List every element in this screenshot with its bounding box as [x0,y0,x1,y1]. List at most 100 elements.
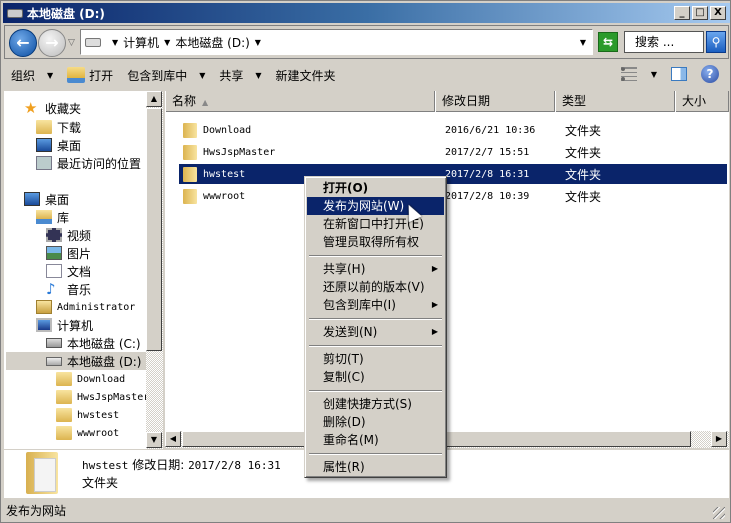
title-bar[interactable]: 本地磁盘 (D:) _ □ X [3,3,730,23]
search-input[interactable]: 搜索 ... [624,31,704,53]
menu-item-share[interactable]: 共享(H) ▶ [307,260,444,278]
organize-button[interactable]: 组织 ▼ [4,63,60,87]
desktop-icon [36,138,52,152]
close-button[interactable]: X [710,6,726,20]
file-row[interactable]: wwwroot 2017/2/8 10:39 文件夹 [179,186,727,206]
recent-pages-dropdown[interactable]: ▽ [68,38,75,48]
address-bar[interactable]: ▼ 计算机 ▼ 本地磁盘 (D:) ▼ ▼ [80,29,593,55]
file-row[interactable]: HwsJspMaster 2017/2/7 15:51 文件夹 [179,142,727,162]
menu-item-copy[interactable]: 复制(C) [307,368,444,386]
minimize-button[interactable]: _ [674,6,690,20]
nav-folder-download[interactable]: Download [56,370,125,388]
nav-music[interactable]: ♪ 音乐 [46,280,91,298]
chevron-down-icon[interactable]: ▼ [112,38,118,47]
nav-drive-d[interactable]: 本地磁盘 (D:) [6,352,146,370]
column-date[interactable]: 修改日期 [435,91,555,112]
view-options-dropdown[interactable]: ▼ [651,70,657,79]
view-details-icon[interactable] [620,67,637,81]
column-size[interactable]: 大小 [675,91,729,112]
menu-item-properties[interactable]: 属性(R) [307,458,444,476]
scroll-thumb[interactable] [146,108,162,351]
scroll-left-button[interactable]: ◀ [165,431,181,447]
nav-libraries[interactable]: 库 [36,208,69,226]
file-row-selected[interactable]: hwstest 2017/2/8 16:31 文件夹 [179,164,727,184]
nav-folder-hwstest[interactable]: hwstest [56,406,119,424]
folder-icon [56,426,72,440]
menu-item-delete[interactable]: 删除(D) [307,413,444,431]
nav-label: 桌面 [45,192,70,207]
share-button[interactable]: 共享 ▼ [212,63,268,87]
submenu-arrow-icon: ▶ [431,300,438,309]
resize-grip[interactable] [713,507,725,519]
nav-administrator[interactable]: Administrator [36,298,135,316]
drive-icon [85,37,101,47]
drive-icon [7,8,23,18]
window-title: 本地磁盘 (D:) [27,6,105,21]
file-date: 2016/6/21 10:36 [445,124,536,136]
file-type: 文件夹 [565,189,602,204]
scroll-up-button[interactable]: ▲ [146,91,162,107]
column-name[interactable]: 名称 ▲ [165,91,435,112]
nav-recent-places[interactable]: 最近访问的位置 [36,154,141,172]
nav-folder-hwsjspmaster[interactable]: HwsJspMaster [56,388,146,406]
recent-places-icon [36,156,52,170]
forward-button[interactable]: → [38,29,66,57]
nav-computer[interactable]: 计算机 [36,316,93,334]
file-type: 文件夹 [565,167,602,182]
menu-item-include-library[interactable]: 包含到库中(I) ▶ [307,296,444,314]
include-library-button[interactable]: 包含到库中 ▼ [120,63,212,87]
menu-item-open[interactable]: 打开(O) [307,179,444,197]
nav-desktop[interactable]: 桌面 [24,190,69,208]
picture-icon [46,246,62,260]
address-dropdown-icon[interactable]: ▼ [580,38,586,47]
breadcrumb-drive-d[interactable]: 本地磁盘 (D:) [175,34,249,51]
search-icon[interactable]: ⚲ [706,31,726,53]
help-icon[interactable]: ? [701,65,719,83]
menu-separator [307,341,444,350]
column-type[interactable]: 类型 [555,91,675,112]
command-bar: 组织 ▼ 打开 包含到库中 ▼ 共享 ▼ 新建文件夹 ▼ ? [4,61,729,89]
submenu-arrow-icon: ▶ [431,264,438,273]
menu-item-publish-website[interactable]: 发布为网站(W) [307,197,444,215]
menu-item-open-new-window[interactable]: 在新窗口中打开(E) [307,215,444,233]
menu-item-rename[interactable]: 重命名(M) [307,431,444,449]
menu-item-restore-versions[interactable]: 还原以前的版本(V) [307,278,444,296]
nav-vertical-scrollbar[interactable]: ▲ ▼ [146,91,163,449]
nav-pictures[interactable]: 图片 [46,244,91,262]
refresh-button[interactable]: ⇆ [598,32,618,52]
nav-videos[interactable]: 视频 [46,226,91,244]
open-button[interactable]: 打开 [60,63,120,87]
back-button[interactable]: ← [9,29,37,57]
folder-open-icon [67,67,86,83]
chevron-down-icon[interactable]: ▼ [164,38,170,47]
nav-folder-wwwroot[interactable]: wwwroot [56,424,119,442]
nav-label: 计算机 [57,318,94,333]
menu-item-take-ownership[interactable]: 管理员取得所有权 [307,233,444,251]
nav-drive-c[interactable]: 本地磁盘 (C:) [46,334,141,352]
scroll-down-button[interactable]: ▼ [146,432,162,448]
file-name: HwsJspMaster [203,146,276,158]
folder-icon [183,188,197,204]
scroll-right-button[interactable]: ▶ [711,431,727,447]
system-drive-icon [46,338,62,348]
chevron-down-icon[interactable]: ▼ [255,38,261,47]
horizontal-scrollbar[interactable]: ◀ ▶ [165,431,729,448]
nav-favorites[interactable]: ★ 收藏夹 [24,99,81,117]
menu-item-cut[interactable]: 剪切(T) [307,350,444,368]
details-date: 2017/2/8 16:31 [188,459,281,472]
column-headers: 名称 ▲ 修改日期 类型 大小 [165,91,729,112]
submenu-arrow-icon: ▶ [431,327,438,336]
preview-pane-icon[interactable] [671,67,687,81]
file-row[interactable]: Download 2016/6/21 10:36 文件夹 [179,120,727,140]
nav-documents[interactable]: 文档 [46,262,91,280]
nav-desktop-favorite[interactable]: 桌面 [36,136,81,154]
maximize-button[interactable]: □ [692,6,708,20]
file-type: 文件夹 [565,145,602,160]
menu-item-send-to[interactable]: 发送到(N) ▶ [307,323,444,341]
new-folder-button[interactable]: 新建文件夹 [269,63,343,87]
nav-downloads[interactable]: 下载 [36,118,81,136]
breadcrumb-computer[interactable]: 计算机 [123,34,159,51]
nav-label: 收藏夹 [45,101,82,116]
chevron-down-icon: ▼ [255,70,262,80]
menu-item-create-shortcut[interactable]: 创建快捷方式(S) [307,395,444,413]
